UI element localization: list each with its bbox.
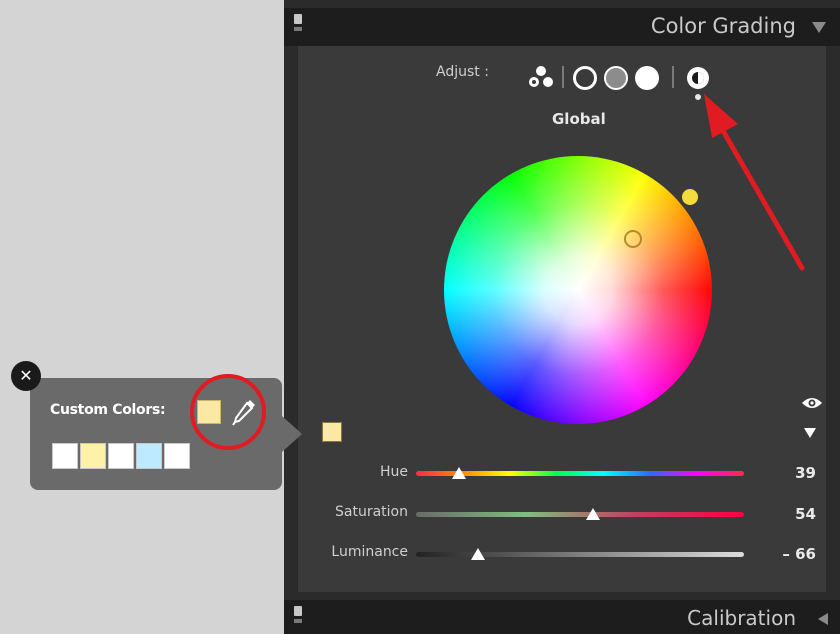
hue-label: Hue [379,464,408,480]
custom-color-swatch[interactable] [80,443,106,469]
custom-colors-label: Custom Colors: [50,402,166,418]
luminance-value[interactable]: – 66 [768,545,816,563]
panel-grip-icon-bottom [294,619,302,623]
popover-arrow [282,416,302,452]
custom-color-swatch[interactable] [164,443,190,469]
adjust-label: Adjust : [436,64,489,80]
luminance-slider-thumb[interactable] [471,548,486,560]
custom-color-swatch[interactable] [108,443,134,469]
midtones-icon[interactable] [604,66,628,90]
panel-header[interactable]: Color Grading [284,8,840,46]
color-wheel[interactable] [444,156,712,424]
panel-grip-icon-bottom [294,27,302,31]
annotation-arrow [704,94,805,271]
selected-color-swatch[interactable] [322,422,342,442]
highlights-icon[interactable] [635,66,659,90]
luminance-slider[interactable] [416,552,744,557]
hue-slider-thumb[interactable] [451,467,466,479]
panel-title[interactable]: Color Grading [651,14,796,38]
mode-separator [562,66,564,88]
calibration-header[interactable]: Calibration [284,600,840,634]
eye-icon[interactable] [801,396,823,410]
hue-value[interactable]: 39 [768,464,816,482]
saturation-label: Saturation [335,504,408,520]
luminance-label: Luminance [331,544,408,560]
custom-color-swatch[interactable] [52,443,78,469]
panel-grip-icon [294,14,302,24]
calibration-title[interactable]: Calibration [687,606,796,630]
custom-color-swatch[interactable] [136,443,162,469]
panel-grip-icon [294,606,302,616]
eyedropper-highlight-circle [190,374,266,450]
wheel-handle[interactable] [624,230,642,248]
saturation-slider-thumb[interactable] [586,508,601,520]
close-popover-button[interactable]: ✕ [11,361,41,391]
three-way-icon[interactable] [526,65,556,89]
shadows-icon[interactable] [573,66,597,90]
expand-triangle-icon[interactable] [804,428,816,438]
mode-title: Global [552,110,606,128]
saturation-slider[interactable] [416,512,744,517]
collapsed-triangle-icon[interactable] [818,613,828,625]
collapse-triangle-icon[interactable] [812,22,826,33]
mode-separator [672,66,674,88]
canvas-background [0,0,284,634]
saturation-value[interactable]: 54 [768,505,816,523]
